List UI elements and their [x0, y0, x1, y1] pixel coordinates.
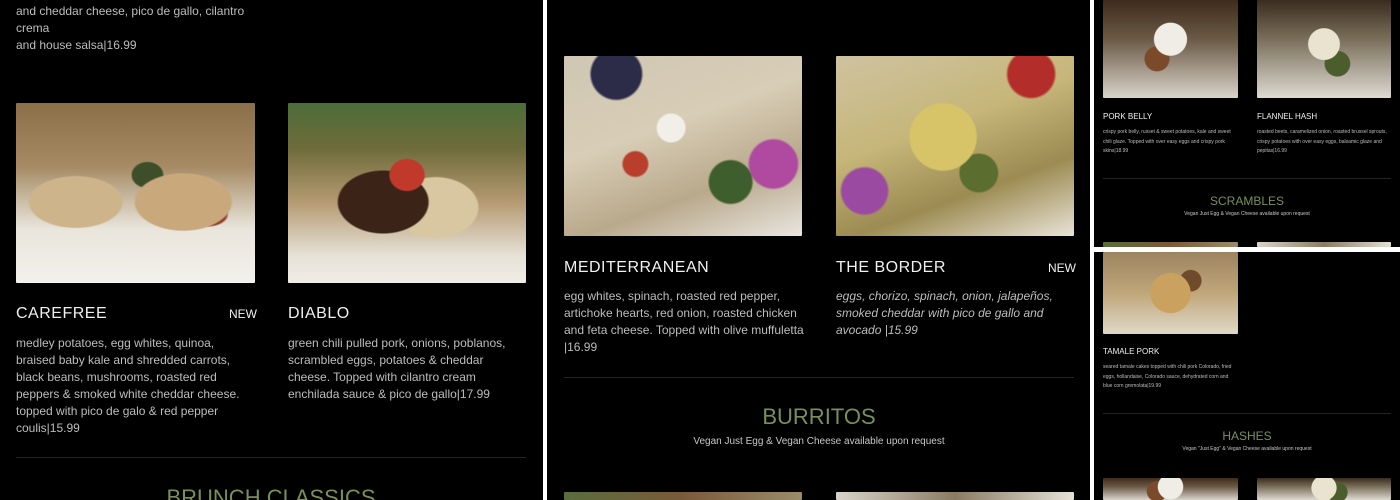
- item-desc-the-border: eggs, chorizo, spinach, onion, jalapeños…: [836, 289, 1053, 337]
- section-subtitle-burritos: Vegan Just Egg & Vegan Cheese available …: [693, 436, 945, 447]
- section-divider: [1103, 413, 1391, 414]
- item-name-flannel-hash: FLANNEL HASH: [1257, 112, 1318, 121]
- section-title-hashes: HASHES: [1222, 429, 1272, 443]
- section-divider: [564, 377, 1074, 378]
- item-desc-tamale-pork: seared tamale cakes topped with chili po…: [1103, 364, 1232, 389]
- pork-belly-photo: [1103, 0, 1238, 98]
- the-border-photo: [836, 56, 1074, 236]
- hashes-photo-partial: [1257, 478, 1391, 500]
- item-name-tamale-pork: TAMALE PORK: [1103, 347, 1160, 356]
- carefree-photo: [16, 103, 255, 283]
- burrito-photo-partial: [564, 492, 802, 500]
- item-desc-mediterranean: egg whites, spinach, roasted red pepper,…: [564, 289, 804, 354]
- tamale-pork-photo: [1103, 252, 1238, 334]
- menu-panel-right-bottom: TAMALE PORK seared tamale cakes topped w…: [1094, 252, 1400, 500]
- menu-panel-middle: MEDITERRANEAN egg whites, spinach, roast…: [547, 0, 1090, 500]
- item-name-diablo: DIABLO: [288, 305, 350, 322]
- scrambles-photo-partial: [1103, 242, 1238, 247]
- section-subtitle-hashes: Vegan "Just Egg" & Vegan Cheese availabl…: [1182, 446, 1312, 452]
- hashes-photo-partial: [1103, 478, 1238, 500]
- section-divider: [16, 457, 526, 458]
- item-name-pork-belly: PORK BELLY: [1103, 112, 1153, 121]
- new-badge-carefree: NEW: [229, 307, 257, 321]
- mediterranean-photo: [564, 56, 802, 236]
- section-divider: [1103, 178, 1391, 179]
- section-title-brunch-classics: BRUNCH CLASSICS: [166, 485, 376, 500]
- item-desc-diablo: green chili pulled pork, onions, poblano…: [288, 336, 506, 401]
- section-subtitle-scrambles: Vegan Just Egg & Vegan Cheese available …: [1184, 211, 1310, 217]
- previous-item-description: and cheddar cheese, pico de gallo, cilan…: [16, 4, 245, 52]
- item-name-the-border: THE BORDER: [836, 259, 946, 276]
- diablo-photo: [288, 103, 526, 283]
- menu-panel-right-top: PORK BELLY crispy pork belly, russet & s…: [1094, 0, 1400, 247]
- new-badge-the-border: NEW: [1048, 261, 1076, 275]
- scrambles-photo-partial: [1257, 242, 1391, 247]
- section-title-scrambles: SCRAMBLES: [1209, 194, 1285, 208]
- previous-item-description-cutoff: [288, 0, 528, 2]
- flannel-hash-photo: [1257, 0, 1391, 98]
- item-desc-pork-belly: crispy pork belly, russet & sweet potato…: [1103, 129, 1231, 154]
- section-title-burritos: BURRITOS: [762, 404, 876, 429]
- burrito-photo-partial: [836, 492, 1074, 500]
- item-desc-flannel-hash: roasted beets, caramelized onion, roaste…: [1257, 129, 1387, 154]
- item-name-carefree: CAREFREE: [16, 305, 108, 322]
- item-desc-carefree: medley potatoes, egg whites, quinoa, bra…: [16, 336, 240, 435]
- item-name-mediterranean: MEDITERRANEAN: [564, 259, 710, 276]
- menu-panel-left: and cheddar cheese, pico de gallo, cilan…: [0, 0, 543, 500]
